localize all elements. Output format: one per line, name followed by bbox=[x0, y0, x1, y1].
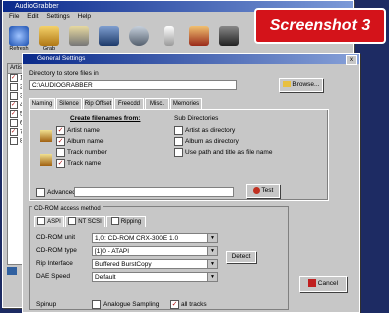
track-checkbox[interactable] bbox=[10, 92, 18, 100]
access-tabs: ASPI NT SCSI Ripping bbox=[34, 216, 234, 228]
browse-button[interactable]: Browse... bbox=[279, 78, 323, 92]
track-checkbox[interactable]: ✓ bbox=[10, 74, 18, 82]
subdir-option-box bbox=[174, 148, 183, 157]
tab-rip-offset[interactable]: Rip Offset bbox=[83, 98, 113, 109]
chevron-down-icon: ▼ bbox=[207, 273, 217, 281]
tab-aspi[interactable]: ASPI bbox=[34, 216, 64, 227]
cdrom-access-title: CD-ROM access method bbox=[32, 206, 103, 212]
subdir-option-label: Album as directory bbox=[185, 138, 239, 146]
naming-option[interactable]: ✓ Artist name bbox=[56, 126, 100, 135]
subdir-option[interactable]: Use path and title as file name bbox=[174, 148, 272, 157]
chevron-down-icon: ▼ bbox=[207, 260, 217, 268]
tab-freecdd[interactable]: Freecdd bbox=[114, 98, 144, 109]
track-checkbox[interactable]: ✓ bbox=[10, 110, 18, 118]
directory-field[interactable]: C:\AUDIOGRABBER bbox=[29, 80, 237, 90]
disc-icon bbox=[129, 26, 149, 46]
access-row-label: CD-ROM unit bbox=[36, 234, 76, 241]
track-checkbox[interactable]: ✓ bbox=[10, 101, 18, 109]
naming-option-label: Track name bbox=[67, 160, 102, 168]
subdir-title: Sub Directories bbox=[174, 115, 219, 122]
track-checkbox[interactable] bbox=[10, 119, 18, 127]
access-row-label: DAE Speed bbox=[36, 273, 70, 280]
screenshot-badge: Screenshot 3 bbox=[254, 8, 386, 44]
test-icon bbox=[252, 186, 260, 194]
menu-file[interactable]: File bbox=[9, 13, 19, 20]
detect-button[interactable]: Detect bbox=[226, 251, 256, 263]
menu-settings[interactable]: Settings bbox=[46, 13, 70, 20]
naming-option-label: Album name bbox=[67, 138, 104, 146]
directory-label: Directory to store files in bbox=[29, 70, 99, 77]
access-row-label: CD-ROM type bbox=[36, 247, 77, 254]
track-checkbox[interactable] bbox=[10, 83, 18, 91]
cancel-button[interactable]: Cancel bbox=[299, 276, 347, 292]
analogue-sampling-box bbox=[92, 300, 101, 309]
menu-edit[interactable]: Edit bbox=[27, 13, 38, 20]
tab-silence[interactable]: Silence bbox=[56, 98, 82, 109]
grab-icon bbox=[39, 26, 59, 46]
refresh-icon bbox=[9, 26, 29, 46]
subdir-option[interactable]: Album as directory bbox=[174, 137, 239, 146]
naming-option-label: Track number bbox=[67, 149, 107, 157]
tab-memories[interactable]: Memories bbox=[170, 98, 202, 109]
dialog-title: General Settings bbox=[23, 54, 359, 64]
subdir-option-label: Use path and title as file name bbox=[185, 149, 273, 157]
dialog-close-button[interactable]: x bbox=[346, 55, 357, 65]
cdrom-access-group: CD-ROM access method ASPI NT SCSI Rippin… bbox=[29, 206, 289, 310]
subdir-option-label: Artist as directory bbox=[185, 127, 236, 135]
person-icon bbox=[189, 26, 209, 46]
access-row-label: Rip Interface bbox=[36, 260, 73, 267]
chevron-down-icon: ▼ bbox=[207, 247, 217, 255]
track-checkbox[interactable]: ✓ bbox=[10, 128, 18, 136]
spinup-label: Spinup bbox=[36, 301, 57, 308]
naming-option[interactable]: Track number bbox=[56, 148, 107, 157]
chevron-down-icon: ▼ bbox=[207, 234, 217, 242]
advanced-field[interactable] bbox=[74, 187, 234, 197]
folder-icon bbox=[282, 81, 291, 88]
track-checkbox[interactable] bbox=[10, 137, 18, 145]
analogue-sampling[interactable]: Analogue Sampling bbox=[92, 300, 159, 309]
test-button[interactable]: Test bbox=[246, 184, 280, 198]
naming-option-box: ✓ bbox=[56, 159, 65, 168]
analogue-sampling-label: Analogue Sampling bbox=[103, 301, 160, 309]
access-row-select[interactable]: 1,0: CD-ROM CRX-300E 1.0 ▼ bbox=[92, 233, 218, 243]
all-tracks-box: ✓ bbox=[170, 300, 179, 309]
settings-dialog: General Settings x Directory to store fi… bbox=[22, 53, 360, 313]
naming-option-label: Artist name bbox=[67, 127, 100, 135]
tab-naming[interactable]: Naming bbox=[29, 98, 55, 109]
naming-option-box: ✓ bbox=[56, 126, 65, 135]
all-tracks-label: all tracks bbox=[181, 301, 207, 309]
advanced-checkbox[interactable]: Advanced bbox=[36, 188, 76, 197]
tab-ripping[interactable]: Ripping bbox=[106, 216, 146, 227]
settings-tabs: Naming Silence Rip Offset Freecdd Misc. … bbox=[29, 98, 329, 109]
figure-icon bbox=[69, 26, 89, 46]
create-filenames-title: Create filenames from: bbox=[70, 115, 141, 122]
arrow-down-icon bbox=[40, 154, 52, 166]
naming-option[interactable]: ✓ Track name bbox=[56, 159, 101, 168]
naming-option[interactable]: ✓ Album name bbox=[56, 137, 104, 146]
arrow-up-icon bbox=[40, 130, 52, 142]
menu-help[interactable]: Help bbox=[78, 13, 91, 20]
naming-panel: Create filenames from: Sub Directories A… bbox=[29, 109, 329, 201]
tab-misc[interactable]: Misc. bbox=[145, 98, 169, 109]
subdir-option-box bbox=[174, 137, 183, 146]
tab-nt-scsi[interactable]: NT SCSI bbox=[65, 216, 105, 227]
access-row-select[interactable]: [1]0 - ATAPI ▼ bbox=[92, 246, 218, 256]
bottle-icon bbox=[164, 26, 174, 46]
tools-icon bbox=[219, 26, 239, 46]
all-tracks[interactable]: ✓ all tracks bbox=[170, 300, 207, 309]
access-row-select[interactable]: Default ▼ bbox=[92, 272, 218, 282]
subdir-option-box bbox=[174, 126, 183, 135]
cancel-icon bbox=[307, 279, 316, 288]
monitor-icon bbox=[99, 26, 119, 46]
naming-option-box bbox=[56, 148, 65, 157]
access-row-select[interactable]: Buffered BurstCopy ▼ bbox=[92, 259, 218, 269]
subdir-option[interactable]: Artist as directory bbox=[174, 126, 235, 135]
naming-option-box: ✓ bbox=[56, 137, 65, 146]
status-icon bbox=[7, 267, 17, 275]
